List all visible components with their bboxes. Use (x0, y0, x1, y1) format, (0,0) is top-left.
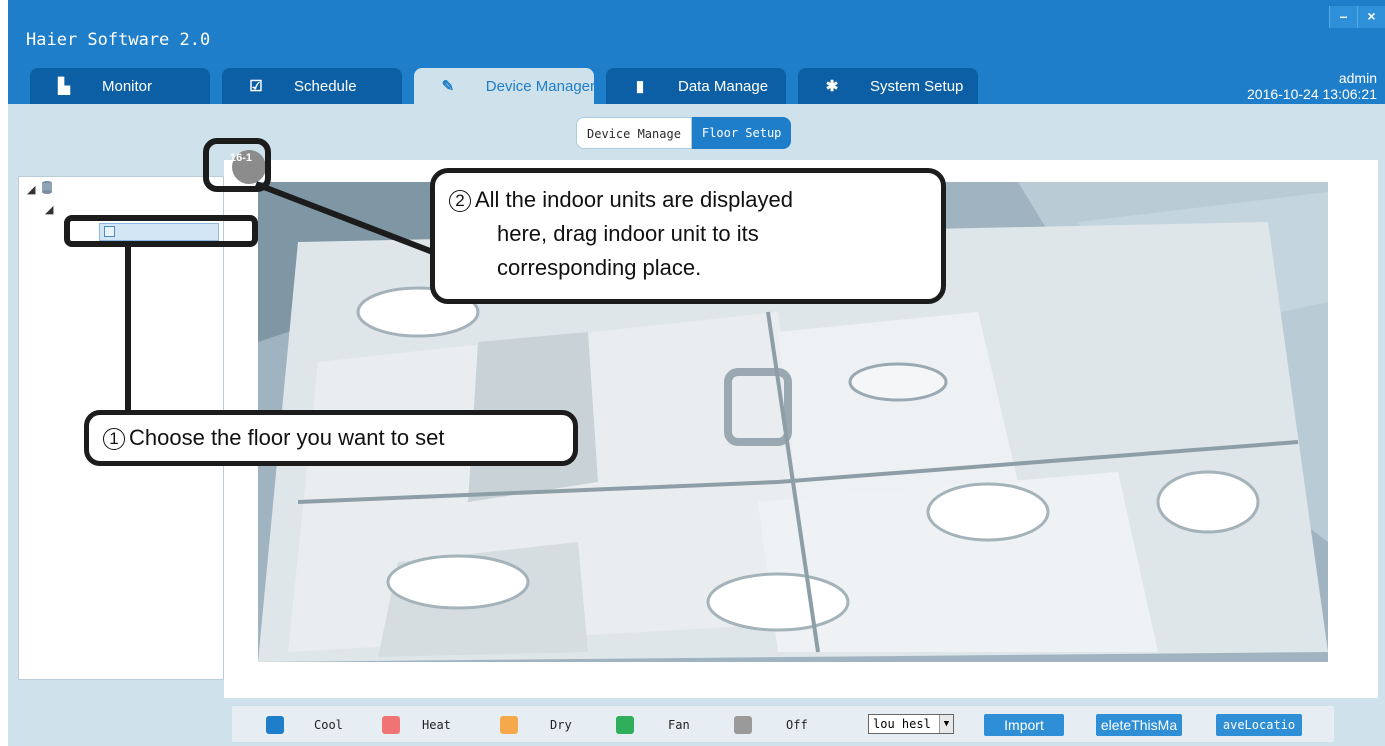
callout-line2: here, drag indoor unit to its (497, 221, 759, 246)
callout-text: Choose the floor you want to set (129, 425, 445, 450)
callout-line1: All the indoor units are displayed (475, 187, 793, 212)
callout-choose-floor: 1 Choose the floor you want to set (84, 410, 578, 466)
callout-connectors (125, 181, 440, 410)
callout-number: 1 (103, 428, 125, 451)
callout-drag-units: 2 All the indoor units are displayed here… (430, 168, 946, 304)
floor-highlight-box (64, 215, 258, 247)
callout-line3: corresponding place. (497, 255, 702, 280)
callout-number: 2 (449, 190, 471, 213)
unit-highlight-box (203, 138, 271, 192)
